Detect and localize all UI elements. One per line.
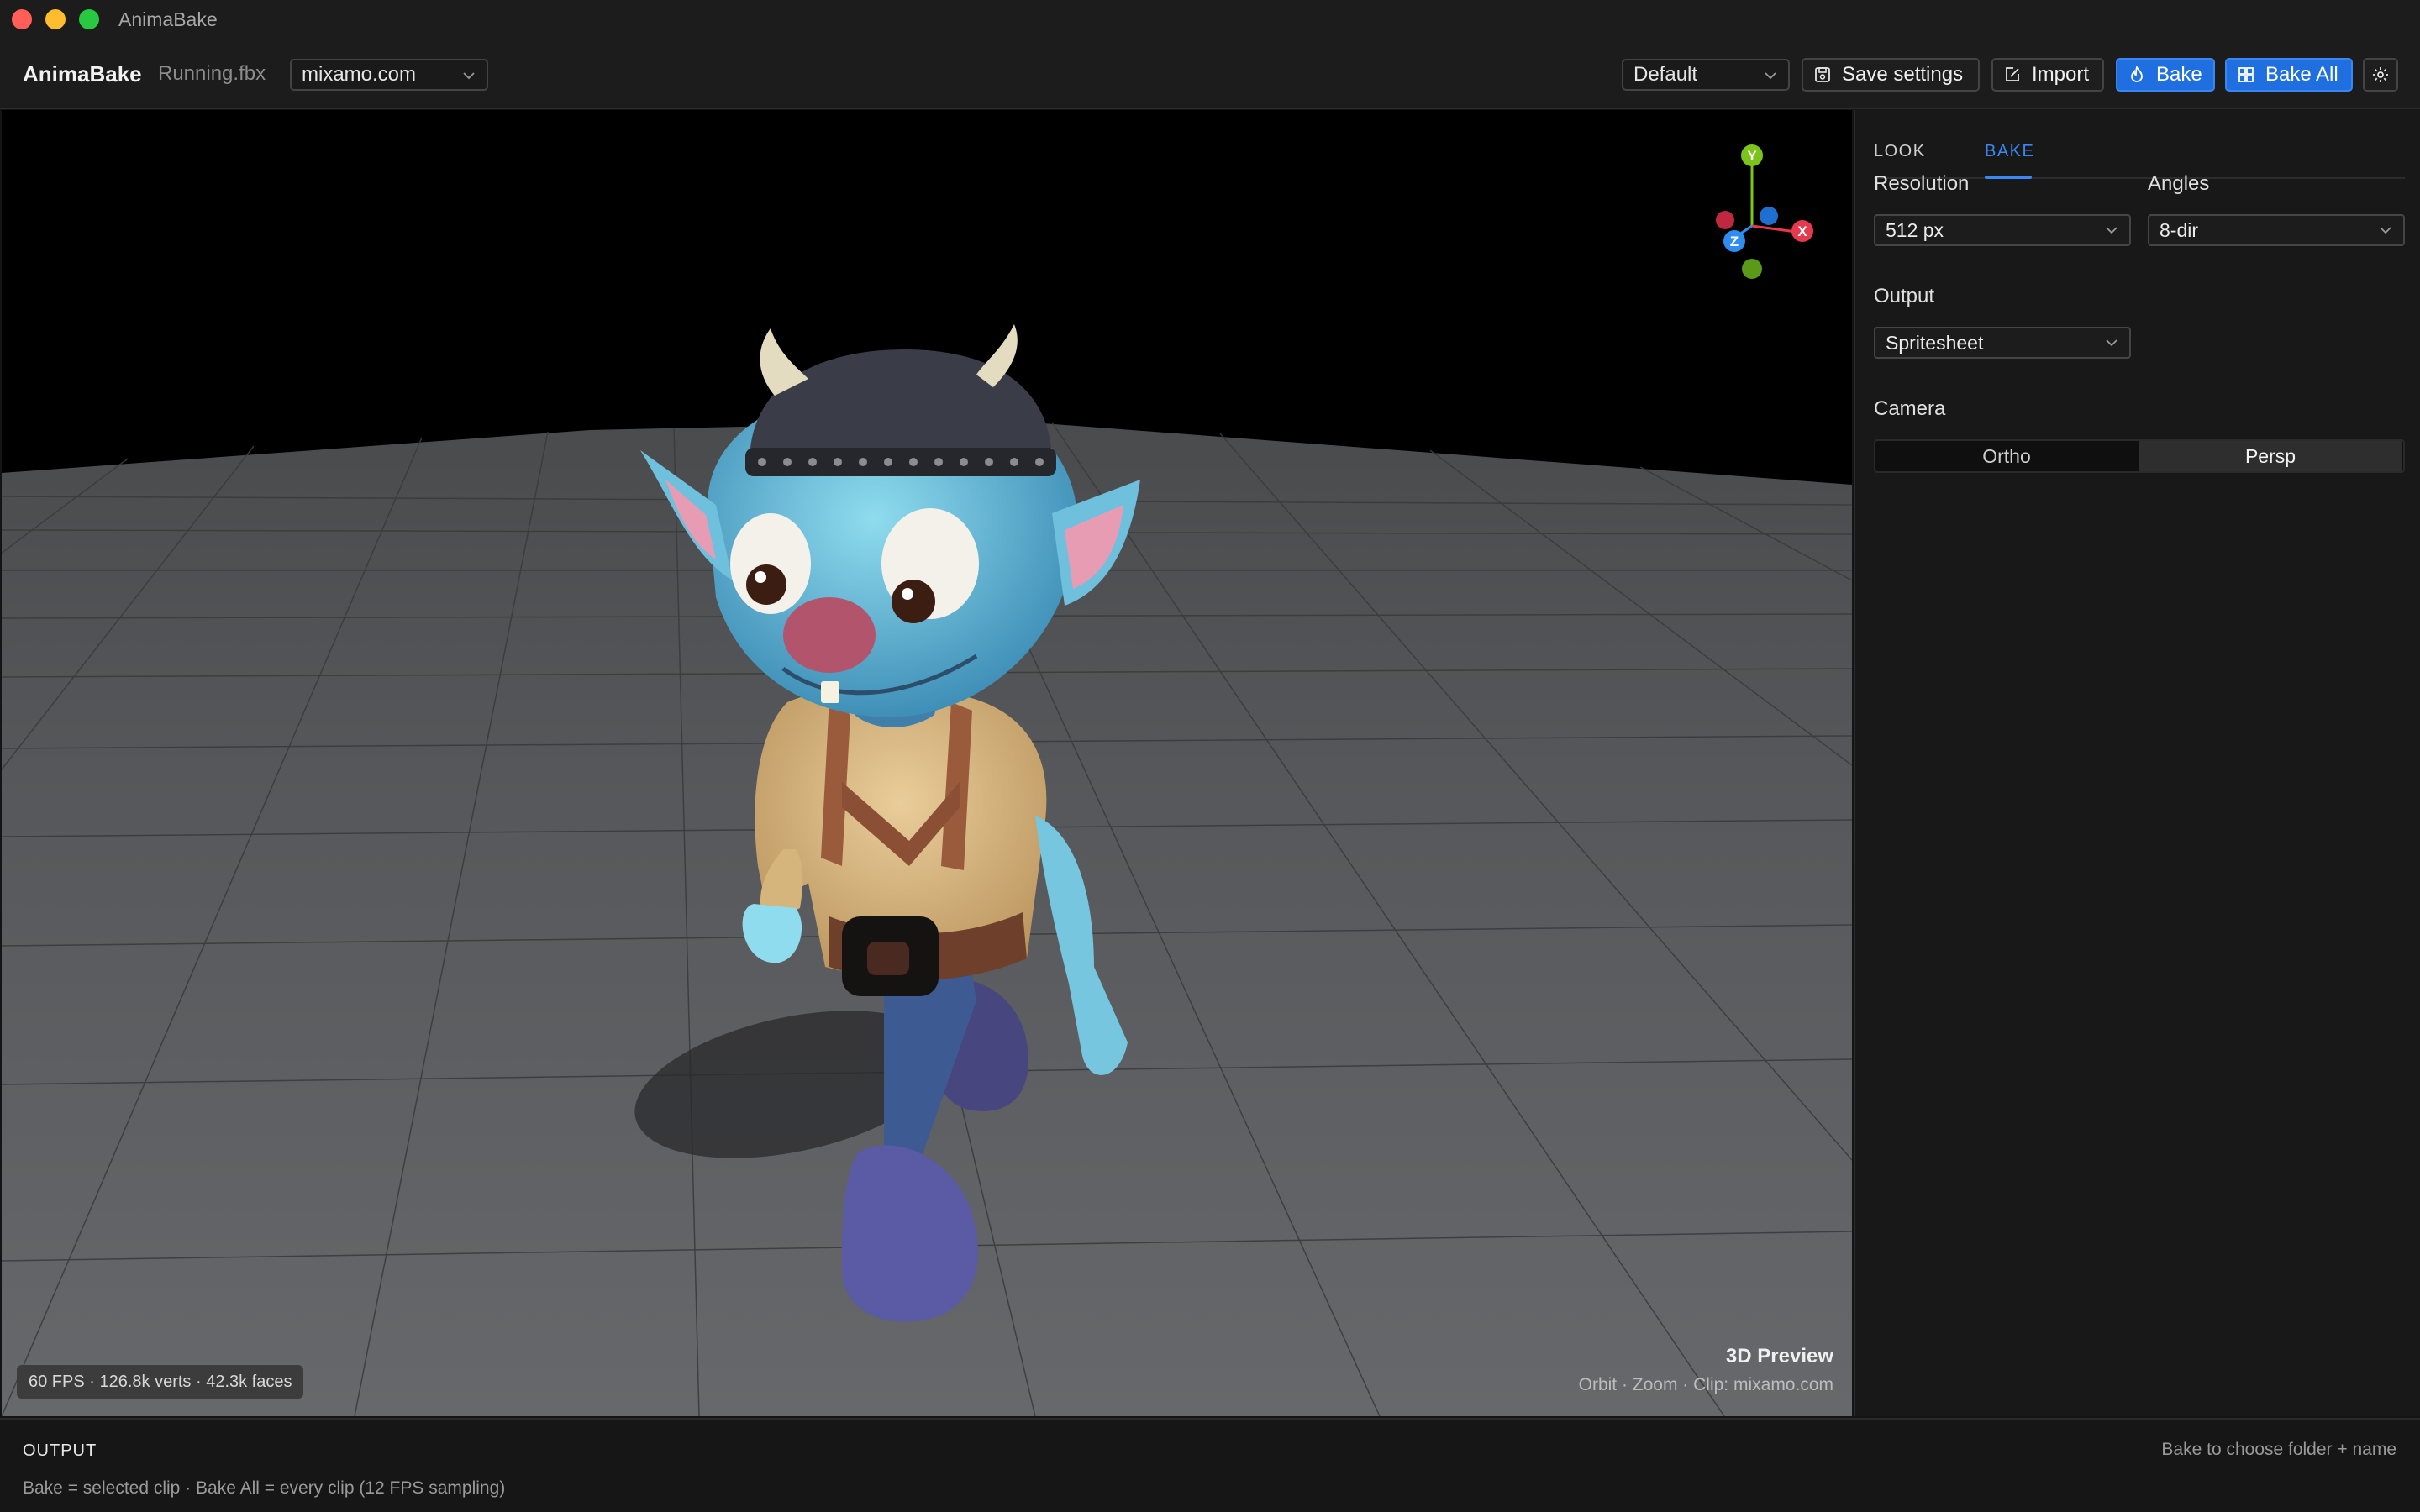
bake-button[interactable]: Bake: [2116, 58, 2215, 92]
axis-gizmo[interactable]: Y X Z: [1682, 142, 1817, 276]
output-select[interactable]: Spritesheet: [1874, 327, 2131, 359]
3d-viewport[interactable]: Y X Z 60 FPS · 126.8k verts · 42.3k face…: [2, 110, 1852, 1416]
output-title: OUTPUT: [23, 1441, 97, 1460]
chevron-down-icon: [2106, 227, 2118, 234]
tab-look[interactable]: LOOK: [1874, 142, 1926, 161]
z-axis-label: Z: [1730, 234, 1739, 249]
angles-select[interactable]: 8-dir: [2148, 214, 2405, 246]
x-axis-label: X: [1797, 223, 1807, 239]
preset-select[interactable]: Default: [1622, 59, 1790, 91]
output-label: Output: [1874, 285, 1935, 307]
import-button[interactable]: Import: [1991, 58, 2104, 92]
import-icon: [2006, 67, 2019, 81]
resolution-label: Resolution: [1874, 172, 1970, 195]
tab-bake[interactable]: BAKE: [1985, 142, 2034, 161]
chevron-down-icon: [1765, 72, 1776, 80]
save-icon: [1815, 67, 1830, 82]
negative-y-axis-handle[interactable]: [1741, 258, 1763, 280]
resolution-value: 512 px: [1886, 218, 1944, 241]
stats-badge: 60 FPS · 126.8k verts · 42.3k faces: [17, 1365, 304, 1399]
resolution-select[interactable]: 512 px: [1874, 214, 2131, 246]
output-text: Bake = selected clip · Bake All = every …: [23, 1478, 506, 1498]
gear-icon: [2373, 67, 2388, 82]
camera-label: Camera: [1874, 397, 1946, 420]
settings-button[interactable]: [2363, 58, 2398, 92]
chevron-down-icon: [463, 72, 475, 80]
window-maximize-button[interactable]: [79, 9, 99, 29]
angles-label: Angles: [2148, 172, 2210, 195]
window-close-button[interactable]: [12, 9, 32, 29]
output-hint: Bake to choose folder + name: [2161, 1440, 2396, 1459]
chevron-down-icon: [2380, 227, 2391, 234]
camera-toggle: Ortho Persp: [1874, 439, 2405, 473]
preview-title: 3D Preview: [1725, 1345, 1833, 1368]
bake-all-button[interactable]: Bake All: [2225, 58, 2353, 92]
title-bar: AnimaBake: [0, 0, 2420, 39]
window-title: AnimaBake: [118, 8, 218, 30]
app-name: AnimaBake: [23, 61, 142, 87]
toolbar: AnimaBake Running.fbx mixamo.com Default…: [0, 39, 2420, 109]
save-settings-label: Save settings: [1842, 63, 1964, 86]
grid-icon: [2238, 67, 2254, 82]
bake-all-label: Bake All: [2265, 63, 2338, 86]
output-bar: OUTPUT Bake to choose folder + name Bake…: [0, 1418, 2420, 1512]
output-value: Spritesheet: [1886, 331, 1984, 354]
file-name: Running.fbx: [158, 62, 266, 85]
preview-subtitle: Orbit · Zoom · Clip: mixamo.com: [1578, 1375, 1833, 1394]
y-axis-label: Y: [1747, 148, 1757, 164]
flame-icon: [2131, 66, 2143, 82]
camera-option-ortho[interactable]: Ortho: [1876, 441, 2138, 471]
clip-source-value: mixamo.com: [302, 63, 417, 86]
window-minimize-button[interactable]: [45, 9, 66, 29]
bake-label: Bake: [2156, 63, 2202, 86]
chevron-down-icon: [2106, 339, 2118, 347]
preset-value: Default: [1634, 63, 1698, 86]
panel-tabs: LOOK BAKE: [1874, 129, 2405, 179]
camera-option-persp[interactable]: Persp: [2139, 441, 2402, 471]
clip-source-select[interactable]: mixamo.com: [290, 59, 488, 91]
scene-render: [2, 324, 1852, 1416]
angles-value: 8-dir: [2160, 218, 2199, 241]
import-label: Import: [2032, 63, 2090, 86]
save-settings-button[interactable]: Save settings: [1802, 58, 1980, 92]
active-tab-indicator: [1985, 176, 2032, 179]
settings-panel: LOOK BAKE Resolution Angles 512 px 8-dir…: [1854, 110, 2420, 1416]
